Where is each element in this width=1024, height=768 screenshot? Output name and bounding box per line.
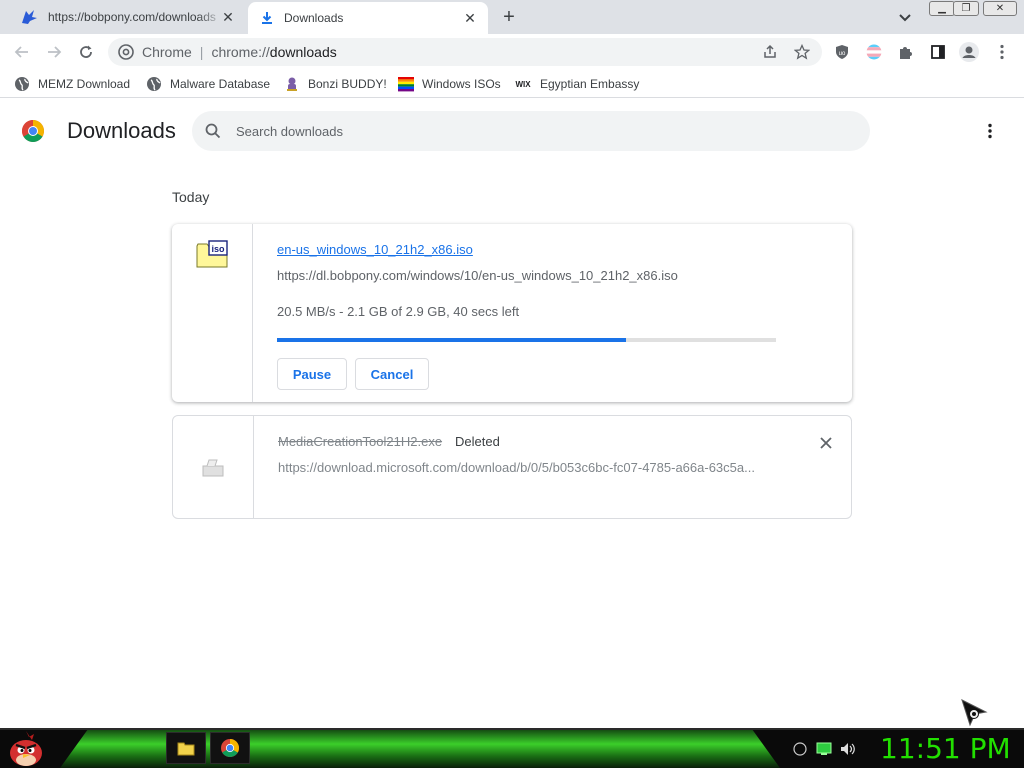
bookmark-label: Malware Database: [170, 77, 271, 91]
remove-from-list-button[interactable]: [817, 434, 835, 452]
bookmark-malware-database[interactable]: Malware Database: [146, 76, 270, 92]
ublock-shield-icon: uo: [836, 45, 848, 59]
page-title: Downloads: [67, 118, 176, 143]
tray-moon-icon[interactable]: [792, 741, 808, 757]
url-path: downloads: [269, 44, 337, 60]
puzzle-piece-icon: [900, 47, 912, 59]
search-bar[interactable]: [192, 111, 870, 151]
new-tab-button[interactable]: +: [498, 6, 520, 28]
site-chip-label: Chrome: [142, 44, 192, 60]
taskbar-top-edge: [0, 728, 1024, 730]
kebab-menu-icon: [988, 123, 992, 139]
bookmark-egyptian-embassy[interactable]: WIX Egyptian Embassy: [514, 76, 639, 92]
tray-volume-icon[interactable]: [840, 741, 856, 757]
search-icon: [205, 123, 221, 139]
svg-text:uo: uo: [839, 51, 846, 57]
trans-flag-extension-button[interactable]: [864, 42, 884, 62]
rainbow-flag-icon: [398, 76, 414, 92]
close-tab-icon[interactable]: ✕: [220, 9, 236, 25]
tray-network-icon[interactable]: [816, 741, 832, 757]
bookmark-memz-download[interactable]: MEMZ Download: [14, 76, 130, 92]
download-source-url[interactable]: https://dl.bobpony.com/windows/10/en-us_…: [277, 268, 678, 283]
reload-button[interactable]: [74, 40, 98, 64]
forward-arrow-icon: [48, 46, 62, 58]
ublock-extension-button[interactable]: uo: [832, 42, 852, 62]
maximize-button[interactable]: ❐: [953, 1, 979, 16]
close-icon: [820, 437, 832, 449]
tab-title: Downloads: [284, 11, 344, 25]
url-scheme: chrome://: [211, 44, 270, 60]
tab-title: https://bobpony.com/downloads: [48, 10, 216, 24]
download-status-text: 20.5 MB/s - 2.1 GB of 2.9 GB, 40 secs le…: [277, 304, 520, 319]
taskbar-chrome[interactable]: [210, 732, 250, 764]
bookmark-star-icon[interactable]: [794, 44, 810, 60]
mouse-cursor-icon: [961, 699, 988, 727]
download-filename-link[interactable]: en-us_windows_10_21h2_x86.iso: [277, 242, 473, 257]
download-item-active: iso en-us_windows_10_21h2_x86.iso https:…: [172, 224, 852, 402]
avatar-icon: [959, 42, 979, 62]
omnibox-separator: |: [199, 44, 204, 60]
tab-strip: https://bobpony.com/downloads ✕ Download…: [0, 0, 1024, 34]
download-icon: [262, 12, 272, 24]
window-close-button[interactable]: ✕: [983, 1, 1017, 16]
bookmark-label: Egyptian Embassy: [540, 77, 640, 91]
kebab-menu-icon: [1000, 44, 1004, 60]
browser-toolbar: Chrome | chrome://downloads uo: [0, 34, 1024, 70]
sonic-favicon-icon: [22, 10, 37, 24]
download-progress-bar: [277, 338, 776, 342]
bookmark-label: MEMZ Download: [38, 77, 131, 91]
taskbar: 11:51 PM: [0, 728, 1024, 768]
pause-button[interactable]: Pause: [277, 358, 347, 390]
chrome-icon: [221, 739, 239, 757]
profile-button[interactable]: [959, 42, 979, 62]
downloads-header: Downloads: [0, 99, 1024, 163]
download-item-deleted: MediaCreationTool21H2.exe Deleted https:…: [172, 415, 852, 519]
bonzi-icon: [284, 76, 300, 92]
tab-bobpony[interactable]: https://bobpony.com/downloads ✕: [8, 0, 246, 34]
download-source-url[interactable]: https://download.microsoft.com/download/…: [278, 460, 778, 475]
bookmarks-bar: MEMZ Download Malware Database Bonzi BUD…: [0, 70, 1024, 98]
date-group-label: Today: [172, 189, 210, 205]
trans-flag-icon: [866, 44, 882, 60]
chrome-site-icon: [118, 44, 134, 60]
back-arrow-icon: [14, 46, 28, 58]
taskbar-file-explorer[interactable]: [166, 732, 206, 764]
download-filename: MediaCreationTool21H2.exe: [278, 434, 443, 449]
globe-icon: [14, 76, 30, 92]
card-divider: [252, 224, 253, 402]
deleted-file-icon: [202, 459, 224, 477]
cancel-button[interactable]: Cancel: [355, 358, 429, 390]
chrome-logo-icon: [22, 120, 44, 142]
chrome-menu-button[interactable]: [992, 42, 1012, 62]
side-panel-button[interactable]: [928, 42, 948, 62]
svg-text:iso: iso: [211, 244, 225, 254]
minimize-button[interactable]: ▁: [929, 1, 955, 16]
angry-bird-start-icon[interactable]: [6, 729, 46, 767]
side-panel-icon: [931, 45, 945, 59]
bookmark-label: Windows ISOs: [422, 77, 501, 91]
download-progress-fill: [277, 338, 627, 342]
tab-search-chevron-icon[interactable]: [896, 8, 914, 26]
url-text: chrome://downloads: [211, 44, 336, 60]
bookmark-bonzi-buddy[interactable]: Bonzi BUDDY!: [284, 76, 387, 92]
bookmark-windows-isos[interactable]: Windows ISOs: [398, 76, 501, 92]
back-button[interactable]: [10, 40, 34, 64]
search-input[interactable]: [236, 111, 836, 151]
taskbar-clock[interactable]: 11:51 PM: [880, 732, 1011, 765]
reload-icon: [80, 45, 92, 58]
close-tab-icon[interactable]: ✕: [462, 10, 478, 26]
share-icon[interactable]: [762, 44, 778, 60]
wix-icon: WIX: [515, 79, 531, 89]
more-actions-button[interactable]: [980, 121, 1000, 141]
tab-downloads[interactable]: Downloads ✕: [248, 2, 488, 34]
address-bar[interactable]: Chrome | chrome://downloads: [108, 38, 822, 66]
card-divider: [253, 416, 254, 518]
iso-file-icon: iso: [196, 240, 228, 268]
folder-icon: [177, 742, 195, 756]
extensions-button[interactable]: [896, 42, 916, 62]
deleted-status-label: Deleted: [455, 434, 500, 449]
forward-button[interactable]: [42, 40, 66, 64]
bookmark-label: Bonzi BUDDY!: [308, 77, 387, 91]
globe-icon: [146, 76, 162, 92]
